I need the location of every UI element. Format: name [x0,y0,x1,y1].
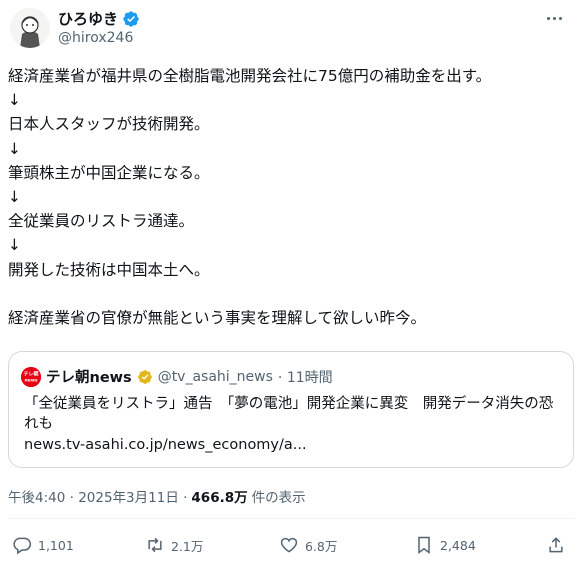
bookmark-count: 2,484 [440,537,476,553]
author-name-row: ひろゆき [58,8,140,29]
heart-icon [280,537,298,553]
avatar-illustration [10,8,50,48]
view-count: 466.8万 [191,490,248,506]
verified-badge-icon [123,10,139,27]
retweet-button[interactable]: 2.1万 [145,535,203,555]
like-button[interactable]: 6.8万 [279,535,337,555]
avatar[interactable] [10,8,50,48]
quoted-tweet-header: テレ朝 news テレ朝news @tv_asahi_news · 11時間 [21,366,333,387]
retweet-count: 2.1万 [171,538,204,554]
more-options-icon[interactable] [543,10,565,26]
quoted-author-avatar: テレ朝 news [21,366,41,387]
bookmark-button[interactable]: 2,484 [414,535,476,555]
quoted-tweet-card[interactable]: テレ朝 news テレ朝news @tv_asahi_news · 11時間 「… [8,351,574,468]
reply-icon [13,537,32,555]
quoted-tweet-link[interactable]: news.tv-asahi.co.jp/news_economy/a... [24,437,307,453]
tweet-timestamp[interactable]: 午後4:40 · 2025年3月11日 · [8,486,187,506]
view-count-label: 件の表示 [251,490,306,506]
action-bar: 1,101 2.1万 6.8万 2,484 [12,535,574,559]
verified-gold-badge-icon [137,369,152,384]
retweet-icon [148,537,162,553]
svg-text:news: news [24,378,37,383]
svg-text:テレ朝: テレ朝 [23,370,38,377]
quoted-author-name: テレ朝news [46,370,132,386]
tweet-meta: 午後4:40 · 2025年3月11日 · 466.8万 件の表示 [8,486,306,506]
quoted-author-handle: @tv_asahi_news [157,368,273,385]
reply-button[interactable]: 1,101 [12,535,74,555]
divider [8,518,575,519]
quoted-tweet-time: · 11時間 [277,369,333,386]
like-count: 6.8万 [305,538,338,554]
tv-asahi-logo-icon: テレ朝 news [21,366,41,387]
author-display-name[interactable]: ひろゆき [58,8,118,29]
reply-count: 1,101 [38,537,74,553]
share-button[interactable] [546,535,566,555]
tweet-text: 経済産業省が福井県の全樹脂電池開発会社に75億円の補助金を出す。 ↓ 日本人スタ… [8,67,492,328]
author-handle[interactable]: @hirox246 [58,30,133,46]
quoted-tweet-text: 「全従業員をリストラ」通告 「夢の電池」開発企業に異変 開発データ消失の恐れも [24,396,554,432]
bookmark-icon [418,536,430,554]
share-icon [549,537,563,553]
